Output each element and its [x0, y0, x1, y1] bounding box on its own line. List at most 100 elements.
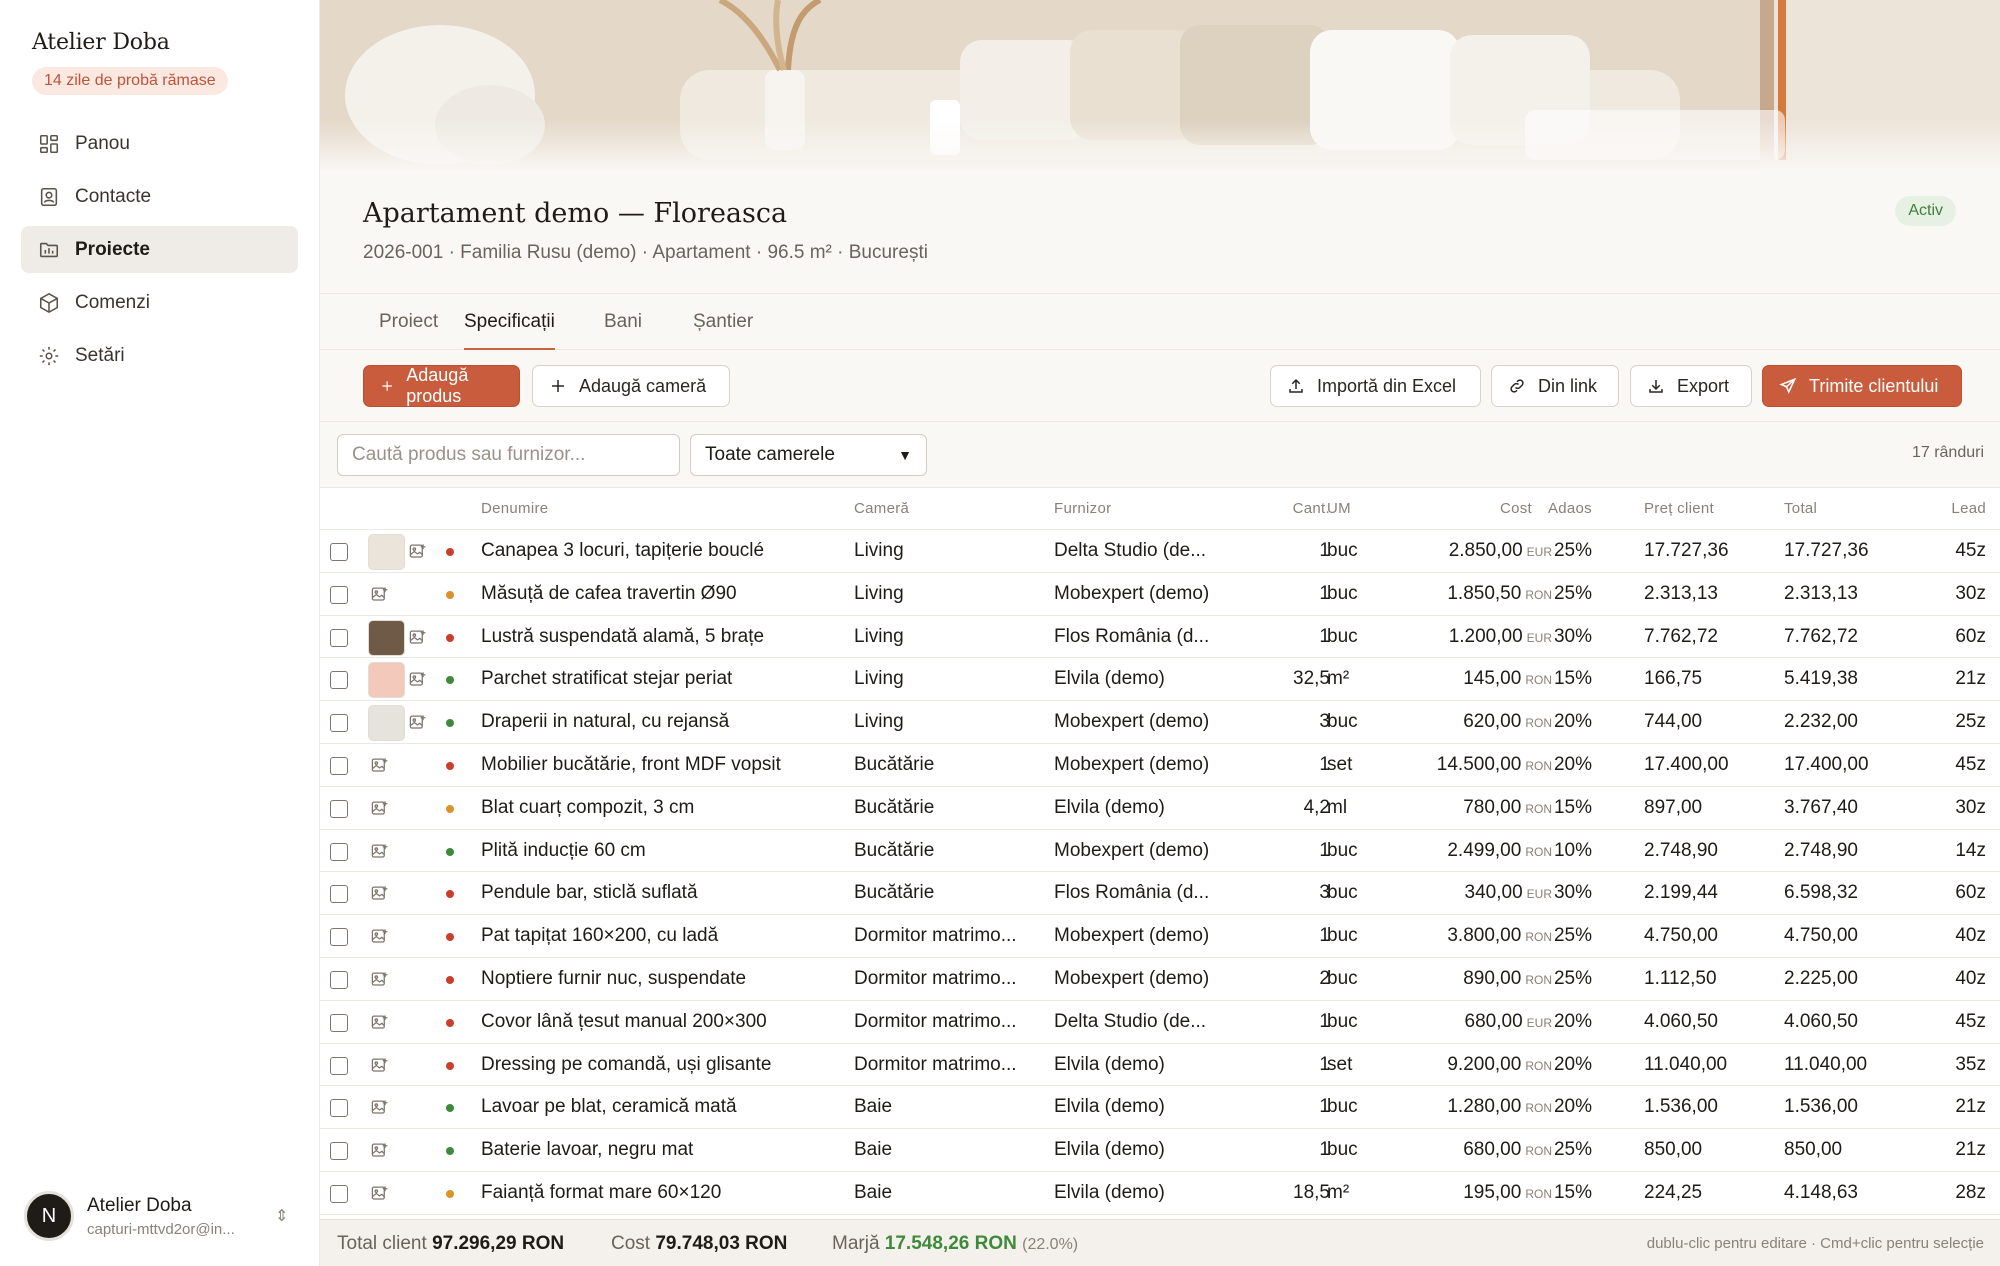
cell-supplier[interactable]: Flos România (d... [1054, 872, 1229, 914]
cell-client-price[interactable]: 166,75 [1644, 658, 1774, 700]
cell-name[interactable]: Lustră suspendată alamă, 5 brațe [481, 616, 841, 658]
cell-qty[interactable]: 1 [1240, 1001, 1330, 1043]
table-row[interactable]: Lustră suspendată alamă, 5 brațe Living Fl… [320, 616, 2000, 659]
cell-room[interactable]: Bucătărie [854, 787, 1044, 829]
cell-name[interactable]: Măsuță de cafea travertin Ø90 [481, 573, 841, 615]
cell-unit[interactable]: buc [1327, 1086, 1387, 1128]
cell-markup[interactable]: 10% [1530, 830, 1592, 872]
cell-markup[interactable]: 20% [1530, 1001, 1592, 1043]
row-checkbox[interactable] [330, 928, 348, 947]
image-add-icon[interactable] [370, 799, 389, 818]
sidebar-item-proiecte[interactable]: Proiecte [21, 226, 298, 273]
table-row[interactable]: Baterie lavoar, negru mat Baie Elvila (dem… [320, 1129, 2000, 1172]
export-button[interactable]: Export [1630, 365, 1752, 407]
cell-room[interactable]: Dormitor matrimo... [854, 1001, 1044, 1043]
cell-room[interactable]: Living [854, 658, 1044, 700]
cell-client-price[interactable]: 224,25 [1644, 1172, 1774, 1214]
row-checkbox[interactable] [330, 885, 348, 904]
cell-client-price[interactable]: 11.040,00 [1644, 1044, 1774, 1086]
row-checkbox[interactable] [330, 1056, 348, 1075]
table-row[interactable]: Canapea 3 locuri, tapițerie bouclé Living… [320, 530, 2000, 573]
cell-qty[interactable]: 18,5 [1240, 1172, 1330, 1214]
cell-client-price[interactable]: 1.536,00 [1644, 1086, 1774, 1128]
cell-client-price[interactable]: 7.762,72 [1644, 616, 1774, 658]
cell-lead[interactable]: 45z [1910, 744, 1986, 786]
cell-unit[interactable]: set [1327, 1044, 1387, 1086]
cell-lead[interactable]: 28z [1910, 1172, 1986, 1214]
table-row[interactable]: Noptiere furnir nuc, suspendate Dormitor … [320, 958, 2000, 1001]
cell-name[interactable]: Pendule bar, sticlă suflată [481, 872, 841, 914]
table-row[interactable]: Covor lână țesut manual 200×300 Dormitor … [320, 1001, 2000, 1044]
col-markup[interactable]: Adaos [1530, 488, 1592, 530]
cell-markup[interactable]: 15% [1530, 1172, 1592, 1214]
image-add-icon[interactable] [370, 842, 389, 861]
row-checkbox[interactable] [330, 970, 348, 989]
row-checkbox[interactable] [330, 585, 348, 604]
cell-client-price[interactable]: 2.748,90 [1644, 830, 1774, 872]
cell-name[interactable]: Covor lână țesut manual 200×300 [481, 1001, 841, 1043]
cell-supplier[interactable]: Mobexpert (demo) [1054, 958, 1229, 1000]
cell-unit[interactable]: buc [1327, 958, 1387, 1000]
cell-room[interactable]: Baie [854, 1129, 1044, 1171]
cell-supplier[interactable]: Mobexpert (demo) [1054, 915, 1229, 957]
cell-client-price[interactable]: 4.750,00 [1644, 915, 1774, 957]
trial-badge[interactable]: 14 zile de probă rămase [32, 67, 228, 95]
cell-supplier[interactable]: Elvila (demo) [1054, 658, 1229, 700]
cell-room[interactable]: Baie [854, 1172, 1044, 1214]
image-edit-icon[interactable] [408, 542, 427, 561]
row-checkbox[interactable] [330, 543, 348, 561]
cell-supplier[interactable]: Elvila (demo) [1054, 787, 1229, 829]
cell-unit[interactable]: buc [1327, 915, 1387, 957]
from-link-button[interactable]: Din link [1491, 365, 1619, 407]
cell-name[interactable]: Blat cuarț compozit, 3 cm [481, 787, 841, 829]
cell-markup[interactable]: 25% [1530, 530, 1592, 572]
cell-lead[interactable]: 45z [1910, 530, 1986, 572]
cell-client-price[interactable]: 744,00 [1644, 701, 1774, 743]
image-add-icon[interactable] [370, 585, 389, 604]
cell-lead[interactable]: 14z [1910, 830, 1986, 872]
cell-qty[interactable]: 1 [1240, 830, 1330, 872]
cell-supplier[interactable]: Elvila (demo) [1054, 1172, 1229, 1214]
cell-qty[interactable]: 3 [1240, 701, 1330, 743]
cell-qty[interactable]: 3 [1240, 872, 1330, 914]
cell-client-price[interactable]: 2.313,13 [1644, 573, 1774, 615]
cell-room[interactable]: Bucătărie [854, 744, 1044, 786]
cell-client-price[interactable]: 17.727,36 [1644, 530, 1774, 572]
col-unit[interactable]: UM [1327, 488, 1351, 530]
cell-room[interactable]: Living [854, 616, 1044, 658]
table-row[interactable]: Pendule bar, sticlă suflată Bucătărie Flos… [320, 872, 2000, 916]
cell-name[interactable]: Pat tapițat 160×200, cu ladă [481, 915, 841, 957]
cell-room[interactable]: Living [854, 701, 1044, 743]
cell-qty[interactable]: 1 [1240, 616, 1330, 658]
image-add-icon[interactable] [370, 1141, 389, 1160]
cell-markup[interactable]: 30% [1530, 872, 1592, 914]
col-client-price[interactable]: Preț client [1644, 488, 1714, 530]
sidebar-item-setari[interactable]: Setări [21, 332, 298, 379]
row-checkbox[interactable] [330, 628, 348, 647]
cell-client-price[interactable]: 4.060,50 [1644, 1001, 1774, 1043]
cell-lead[interactable]: 40z [1910, 958, 1986, 1000]
cell-markup[interactable]: 20% [1530, 1086, 1592, 1128]
cell-lead[interactable]: 21z [1910, 658, 1986, 700]
cell-qty[interactable]: 1 [1240, 573, 1330, 615]
cell-markup[interactable]: 25% [1530, 958, 1592, 1000]
cell-markup[interactable]: 20% [1530, 701, 1592, 743]
col-room[interactable]: Cameră [854, 488, 909, 530]
cell-lead[interactable]: 60z [1910, 616, 1986, 658]
cell-supplier[interactable]: Elvila (demo) [1054, 1044, 1229, 1086]
cell-room[interactable]: Living [854, 530, 1044, 572]
cell-markup[interactable]: 25% [1530, 1129, 1592, 1171]
cell-room[interactable]: Dormitor matrimo... [854, 958, 1044, 1000]
cell-unit[interactable]: set [1327, 744, 1387, 786]
send-to-client-button[interactable]: Trimite clientului [1762, 365, 1962, 407]
cell-room[interactable]: Bucătărie [854, 872, 1044, 914]
image-edit-icon[interactable] [408, 628, 427, 647]
row-checkbox[interactable] [330, 714, 348, 733]
cell-qty[interactable]: 1 [1240, 915, 1330, 957]
cell-unit[interactable]: ml [1327, 787, 1387, 829]
col-total[interactable]: Total [1784, 488, 1817, 530]
table-row[interactable]: Mobilier bucătărie, front MDF vopsit Bucă… [320, 744, 2000, 787]
cell-qty[interactable]: 1 [1240, 1044, 1330, 1086]
cell-markup[interactable]: 25% [1530, 915, 1592, 957]
cell-qty[interactable]: 1 [1240, 1129, 1330, 1171]
